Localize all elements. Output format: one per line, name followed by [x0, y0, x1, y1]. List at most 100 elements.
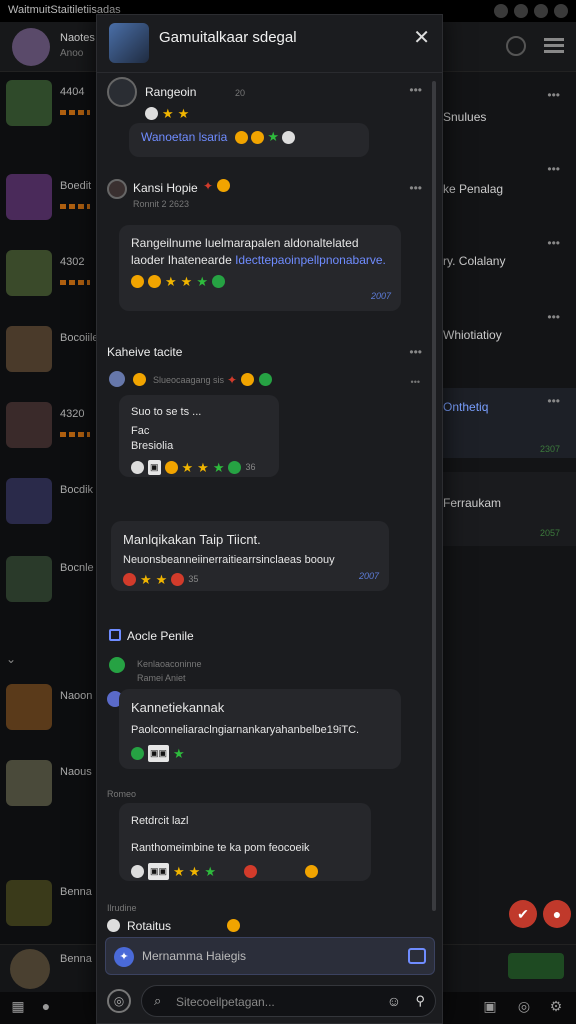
list-item[interactable]: Bocnle: [0, 552, 100, 626]
list-item-title: Bocoiile: [60, 332, 99, 344]
right-list-item[interactable]: ••• Onthetiq 2307: [443, 388, 576, 458]
message-time: 2007: [358, 571, 379, 581]
message-link[interactable]: Idecttepaoinpellpnonabarve.: [235, 253, 386, 267]
list-item-title: Boedit: [60, 180, 92, 192]
notification-icon: [494, 4, 508, 18]
star-icon: ★: [212, 460, 225, 475]
wifi-icon: [514, 4, 528, 18]
add-button[interactable]: ◎: [107, 989, 131, 1013]
message-bubble[interactable]: Wanoetan lsaria ★: [129, 123, 369, 157]
message-date: Romeo: [107, 789, 137, 799]
list-item-title: Naous: [60, 766, 92, 778]
star-icon: ★: [267, 129, 279, 144]
more-icon[interactable]: •••: [409, 345, 422, 359]
square-icon[interactable]: ▣: [482, 998, 498, 1014]
list-item[interactable]: Benna: [0, 876, 100, 950]
avatar: [107, 179, 127, 199]
message-bubble[interactable]: Suo to se ts ... Fac Bresiolia ▣ ★ ★ ★ 36: [119, 395, 279, 477]
right-item-label: Ferraukam: [443, 496, 502, 510]
camera-icon[interactable]: [506, 36, 526, 56]
list-item[interactable]: 4320: [0, 398, 100, 472]
sender-meta: 20: [235, 88, 246, 98]
more-icon[interactable]: •••: [547, 394, 560, 408]
avatar: [6, 880, 52, 926]
list-item-title: 4302: [60, 256, 85, 268]
checkbox-icon[interactable]: [109, 629, 121, 641]
message-list[interactable]: Rangeoin 20 ••• ★ ★ Wanoetan lsaria ★ Kan…: [97, 73, 442, 935]
right-list-item[interactable]: ••• ry. Colalany: [443, 230, 576, 300]
right-list-item[interactable]: ••• Whiotiatioy: [443, 304, 576, 374]
emoji-icon: [234, 131, 248, 145]
rating-bars: [60, 280, 90, 285]
message-text: Bresiolia: [131, 440, 174, 452]
avatar: [6, 684, 52, 730]
emoji-picker-icon[interactable]: ☺: [387, 993, 401, 1009]
more-icon[interactable]: •••: [547, 236, 560, 250]
list-item[interactable]: Naous: [0, 756, 100, 830]
right-item-label: Onthetiq: [443, 400, 489, 414]
emoji-icon: [227, 919, 240, 932]
more-icon[interactable]: •••: [547, 310, 560, 324]
sender-name: Kansi Hopie: [133, 181, 198, 195]
avatar: [109, 371, 125, 387]
battery-icon: [534, 4, 548, 18]
emoji-icon: [131, 275, 144, 288]
message-input[interactable]: ⌕ Sitecoeilpetagan... ☺ ⚲: [141, 985, 436, 1017]
list-item[interactable]: Naoon: [0, 680, 100, 754]
background-right-panel: ••• Snulues ••• ke Penalag ••• ry. Colal…: [443, 72, 576, 944]
message-bubble[interactable]: Retdrcit lazl Ranthomeimbine te ka pom f…: [119, 803, 371, 881]
message-text: Suo to se ts ...: [131, 406, 202, 418]
right-list-item[interactable]: Ferraukam 2057: [443, 472, 576, 546]
more-icon[interactable]: •••: [409, 83, 422, 97]
more-icon[interactable]: •••: [547, 162, 560, 176]
edit-icon[interactable]: [408, 948, 426, 964]
chevron-down-icon[interactable]: ⌄: [6, 652, 16, 666]
list-item[interactable]: 4404: [0, 76, 100, 150]
right-list-item[interactable]: ••• Snulues: [443, 82, 576, 152]
apps-icon[interactable]: ▦: [10, 998, 26, 1014]
action-button-2[interactable]: ●: [543, 900, 571, 928]
star-icon: ★: [177, 106, 190, 121]
menu-icon[interactable]: [544, 38, 564, 54]
list-item[interactable]: 4302: [0, 246, 100, 320]
circle-icon[interactable]: ◎: [516, 998, 532, 1014]
settings-icon[interactable]: ⚙: [548, 998, 564, 1014]
avatar: [6, 174, 52, 220]
star-icon: ★: [155, 572, 168, 587]
list-item[interactable]: Bocoiile: [0, 322, 100, 396]
right-item-label: ke Penalag: [443, 182, 504, 196]
message-link[interactable]: Wanoetan lsaria: [141, 130, 227, 144]
reaction-row: ★ ★ ★: [131, 275, 389, 288]
right-list-item[interactable]: ••• ke Penalag: [443, 156, 576, 226]
star-icon: ★: [162, 106, 174, 121]
message-bubble[interactable]: Kannetiekannak Paolconneliaraclngiarnank…: [119, 689, 401, 769]
message-bubble[interactable]: Manlqikakan Taip Tiicnt. Neuonsbeanneiin…: [111, 521, 389, 591]
search-icon: ⌕: [154, 993, 162, 1008]
message-bubble[interactable]: Rangeilnume luelmarapalen aldonaltelated…: [119, 225, 401, 311]
attach-icon[interactable]: ⚲: [415, 993, 425, 1009]
list-item[interactable]: Boedit: [0, 170, 100, 244]
right-item-label: Snulues: [443, 110, 487, 124]
action-button[interactable]: ✔: [509, 900, 537, 928]
rating-bars: [60, 204, 90, 209]
emoji-icon: [107, 919, 120, 932]
avatar: [6, 80, 52, 126]
close-icon[interactable]: ✕: [413, 25, 430, 50]
message-date: Ilrudine: [107, 903, 137, 913]
location-icon[interactable]: ●: [38, 998, 54, 1014]
send-button[interactable]: [508, 953, 564, 979]
message-title: Manlqikakan Taip Tiicnt.: [123, 532, 261, 547]
emoji-icon: [123, 573, 136, 586]
avatar: [6, 402, 52, 448]
list-item-title: Bocdik: [60, 484, 94, 496]
reply-banner[interactable]: ✦ Mernamma Haiegis: [105, 937, 435, 975]
reaction-row: ▣ ★ ★ ★ 36: [131, 460, 267, 475]
scrollbar[interactable]: [432, 81, 436, 911]
right-item-label: Whiotiatioy: [443, 328, 502, 342]
more-icon[interactable]: •••: [547, 88, 560, 102]
list-item-title: 4320: [60, 408, 85, 420]
emoji-icon: [250, 131, 264, 145]
more-icon[interactable]: •••: [409, 181, 422, 195]
avatar: [6, 326, 52, 372]
list-item[interactable]: Bocdik: [0, 474, 100, 548]
